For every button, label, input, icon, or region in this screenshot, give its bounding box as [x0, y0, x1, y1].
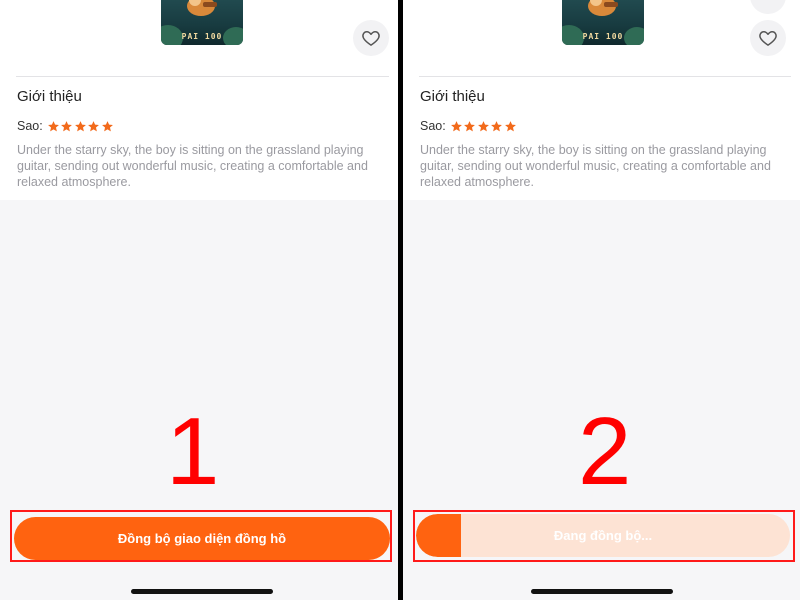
watchface-description: Under the starry sky, the boy is sitting… — [17, 143, 368, 189]
star-rating — [47, 120, 115, 133]
share-button[interactable] — [750, 0, 786, 14]
favorite-button[interactable] — [750, 20, 786, 56]
heart-outline-icon — [362, 31, 380, 46]
star-icon — [101, 120, 113, 131]
star-icon — [450, 120, 462, 131]
divider — [16, 76, 389, 77]
star-icon — [74, 120, 86, 131]
divider — [419, 76, 791, 77]
rating-row: Sao: — [17, 119, 114, 133]
star-icon — [477, 120, 489, 131]
star-icon — [491, 120, 503, 131]
section-title: Giới thiệu — [420, 88, 485, 105]
sync-progress-button[interactable]: Đang đồng bộ... — [416, 514, 790, 557]
rating-label: Sao: — [17, 119, 43, 133]
star-rating — [450, 120, 518, 133]
favorite-button[interactable] — [353, 20, 389, 56]
watchface-info-card: PAI 100 Giới thiệu Sao: Under the starry… — [0, 0, 398, 200]
step-annotation-number: 2 — [578, 398, 632, 505]
watchface-info-card: PAI 100 Giới thiệu Sao: Under the starry… — [403, 0, 800, 200]
star-icon — [88, 120, 100, 131]
thumbnail-caption: PAI 100 — [582, 32, 624, 41]
thumbnail-caption: PAI 100 — [181, 32, 223, 41]
star-icon — [464, 120, 476, 131]
watchface-thumbnail[interactable]: PAI 100 — [161, 0, 243, 45]
guitar-boy-illustration — [588, 0, 618, 16]
heart-outline-icon — [759, 31, 777, 46]
star-icon — [47, 120, 59, 131]
rating-row: Sao: — [420, 119, 517, 133]
screen-panel-2: PAI 100 Giới thiệu Sao: Under the starry… — [403, 0, 800, 600]
guitar-boy-illustration — [187, 0, 217, 16]
watchface-thumbnail[interactable]: PAI 100 — [562, 0, 644, 45]
star-icon — [504, 120, 516, 131]
home-indicator[interactable] — [131, 589, 273, 594]
sync-watchface-button[interactable]: Đồng bộ giao diện đồng hồ — [14, 517, 390, 560]
rating-label: Sao: — [420, 119, 446, 133]
home-indicator[interactable] — [531, 589, 673, 594]
section-title: Giới thiệu — [17, 88, 82, 105]
watchface-description: Under the starry sky, the boy is sitting… — [420, 143, 771, 189]
step-annotation-number: 1 — [166, 398, 220, 505]
star-icon — [61, 120, 73, 131]
sync-progress-label: Đang đồng bộ... — [553, 528, 653, 543]
screen-panel-1: PAI 100 Giới thiệu Sao: Under the starry… — [0, 0, 398, 600]
